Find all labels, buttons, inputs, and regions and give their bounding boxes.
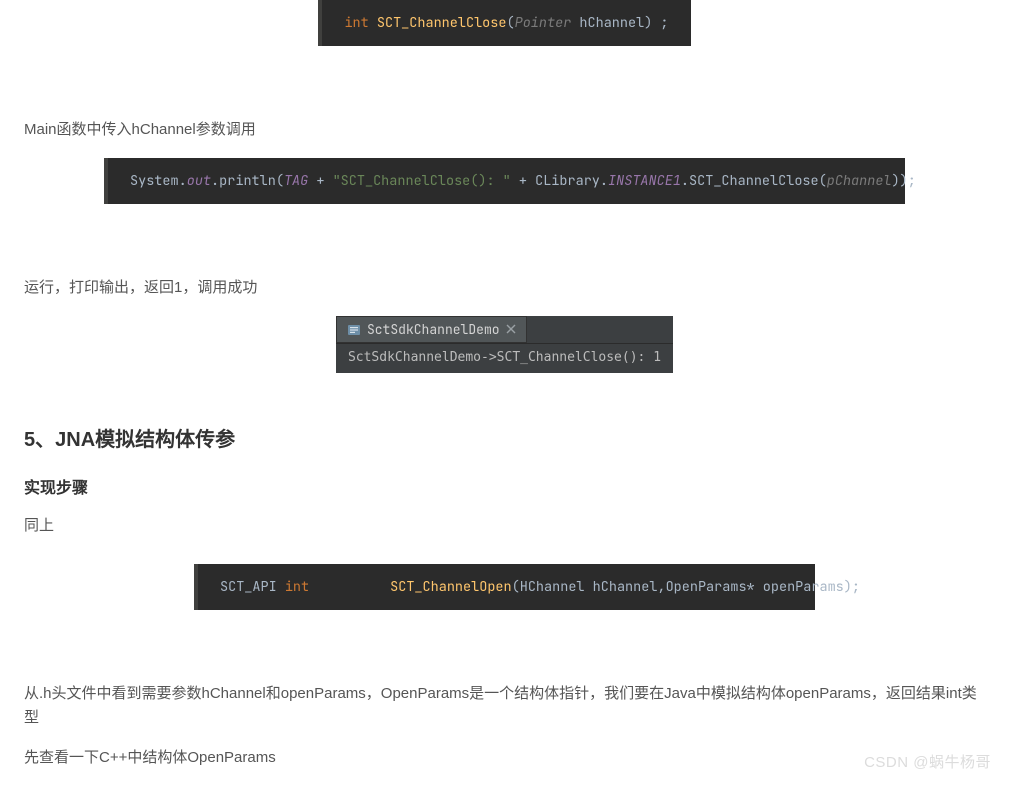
code1-ptr: Pointer: [515, 14, 572, 32]
code1-end: ;: [652, 14, 668, 32]
c2-tag: TAG: [284, 172, 308, 190]
code1-int: int: [344, 14, 368, 32]
c2-d3: .: [600, 172, 608, 190]
c2-p2: +: [511, 172, 535, 190]
c3-int: int: [285, 578, 309, 596]
console-output: SctSdkChannelDemo->SCT_ChannelClose(): 1: [336, 344, 673, 373]
run-config-icon: [347, 323, 361, 337]
c3-sp: [309, 578, 390, 596]
c2-d2: .: [211, 172, 219, 190]
watermark: CSDN @蜗牛杨哥: [864, 751, 991, 772]
para5: 先查看一下C++中结构体OpenParams: [24, 746, 985, 770]
c2-d1: .: [179, 172, 187, 190]
c3-cl: );: [844, 578, 860, 596]
c3-h2: OpenParams*: [666, 578, 763, 596]
c3-a1: hChannel: [593, 578, 658, 596]
c3-op: (: [512, 578, 520, 596]
code1-arg: hChannel: [579, 14, 644, 32]
c2-op: (: [276, 172, 284, 190]
c2-pr: println: [219, 172, 276, 190]
code1-wrap: int SCT_ChannelClose(Pointer hChannel) ;: [24, 0, 985, 46]
code3: SCT_API int SCT_ChannelOpen(HChannel hCh…: [194, 564, 815, 610]
c2-pch: pChannel: [827, 172, 892, 190]
code1: int SCT_ChannelClose(Pointer hChannel) ;: [318, 0, 690, 46]
code1-fn: SCT_ChannelClose: [377, 14, 507, 32]
heading-5: 5、JNA模拟结构体传参: [24, 423, 985, 452]
c2-sys: System: [130, 172, 179, 190]
c3-fn: SCT_ChannelOpen: [390, 578, 512, 596]
console-tabbar: SctSdkChannelDemo: [336, 316, 673, 344]
c2-out: out: [187, 172, 211, 190]
c2-p1: +: [308, 172, 332, 190]
console: SctSdkChannelDemo SctSdkChannelDemo->SCT…: [336, 316, 673, 373]
c3-api: SCT_API: [220, 578, 285, 596]
spacer: [24, 204, 985, 260]
c3-c: ,: [657, 578, 665, 596]
spacer: [24, 610, 985, 666]
c2-str: "SCT_ChannelClose(): ": [333, 172, 511, 190]
c2-pc: ): [892, 172, 900, 190]
code2-wrap: System.out.println(TAG + "SCT_ChannelClo…: [24, 158, 985, 204]
code3-wrap: SCT_API int SCT_ChannelOpen(HChannel hCh…: [24, 564, 985, 610]
c3-a2: openParams: [763, 578, 844, 596]
c2-po: (: [819, 172, 827, 190]
console-tab-label: SctSdkChannelDemo: [367, 321, 500, 338]
para4: 从.h头文件中看到需要参数hChannel和openParams，OpenPar…: [24, 682, 985, 730]
c2-inst: INSTANCE1: [608, 172, 681, 190]
c3-h1: HChannel: [520, 578, 593, 596]
c2-clib: CLibrary: [535, 172, 600, 190]
spacer: [24, 46, 985, 102]
console-wrap: SctSdkChannelDemo SctSdkChannelDemo->SCT…: [24, 316, 985, 373]
para1: Main函数中传入hChannel参数调用: [24, 118, 985, 142]
code1-op: (: [506, 14, 514, 32]
close-icon[interactable]: [506, 322, 516, 338]
c2-d4: .: [681, 172, 689, 190]
c2-call: SCT_ChannelClose: [689, 172, 819, 190]
spacer: [24, 554, 985, 564]
para3: 同上: [24, 514, 985, 538]
c2-cl: );: [900, 172, 916, 190]
console-tab[interactable]: SctSdkChannelDemo: [336, 316, 527, 343]
para2: 运行，打印输出，返回1，调用成功: [24, 276, 985, 300]
heading-steps: 实现步骤: [24, 474, 985, 498]
code2: System.out.println(TAG + "SCT_ChannelClo…: [104, 158, 905, 204]
